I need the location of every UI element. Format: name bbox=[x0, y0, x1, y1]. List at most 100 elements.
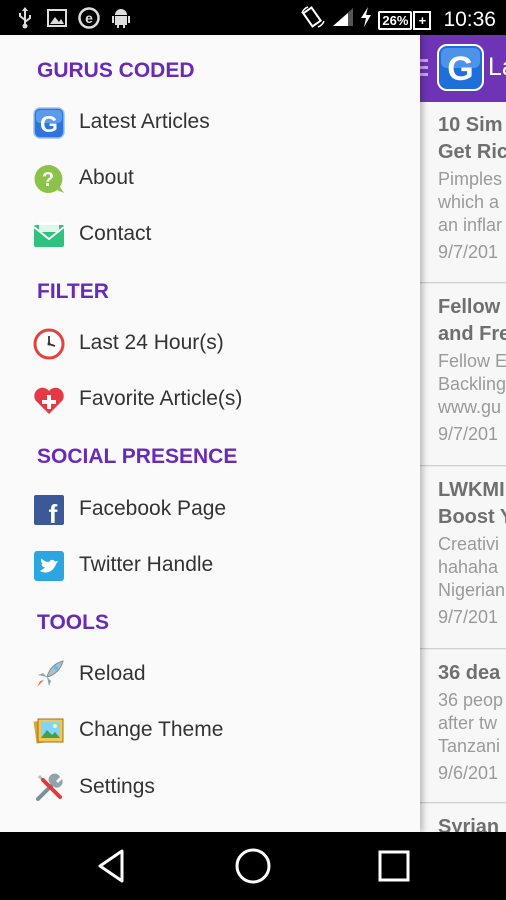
drawer-item-label: Facebook Page bbox=[79, 497, 227, 520]
drawer-item-label: Change Theme bbox=[79, 718, 224, 741]
drawer-item-label: Reload bbox=[79, 662, 146, 685]
status-bar: e 26% + 10:36 bbox=[0, 0, 506, 35]
article-date: 9/7/201 bbox=[438, 242, 499, 262]
twitter-icon bbox=[33, 550, 65, 582]
drawer-item-change-theme[interactable]: Change Theme bbox=[0, 704, 420, 760]
article-title-line: Fellow bbox=[438, 296, 501, 318]
article-title-line: 10 Sim bbox=[438, 114, 503, 136]
drawer-item-last-24-hour-s[interactable]: Last 24 Hour(s) bbox=[0, 317, 420, 373]
drawer-item-label: Favorite Article(s) bbox=[79, 387, 243, 410]
android-icon bbox=[110, 7, 132, 29]
article-card[interactable]: 36 dea 36 peop after tw Tanzani 9/6/201 bbox=[420, 650, 506, 803]
svg-text:G: G bbox=[447, 50, 473, 88]
rocket-icon bbox=[33, 659, 65, 691]
drawer-item-facebook-page[interactable]: f Facebook Page bbox=[0, 483, 420, 539]
charging-bolt-icon bbox=[360, 7, 372, 33]
article-title-line: LWKMI bbox=[438, 479, 505, 501]
article-summary: Pimples which a an inflar bbox=[438, 168, 502, 237]
drawer-item-label: Latest Articles bbox=[79, 110, 210, 133]
app-logo-icon: G bbox=[437, 44, 484, 91]
article-summary-line: Creativi bbox=[438, 534, 500, 554]
article-summary-line: 36 peop bbox=[438, 690, 504, 710]
home-icon bbox=[235, 848, 271, 884]
drawer-item-settings[interactable]: Settings bbox=[0, 761, 420, 817]
section-header: SOCIAL PRESENCE bbox=[37, 445, 238, 468]
article-summary: Creativi hahaha Nigerian bbox=[438, 533, 505, 602]
drawer-item-label: Twitter Handle bbox=[79, 553, 214, 576]
svg-text:?: ? bbox=[42, 169, 54, 191]
article-card[interactable]: Syrian bbox=[420, 804, 506, 832]
article-summary-line: Tanzani bbox=[438, 736, 501, 756]
article-card[interactable]: LWKMI Boost Y Creativi hahaha Nigerian 9/7/20… bbox=[420, 467, 506, 649]
picture-icon bbox=[33, 715, 65, 747]
section-header: GURUS CODED bbox=[37, 59, 195, 82]
screen-rotation-icon bbox=[300, 5, 326, 35]
recents-button[interactable] bbox=[374, 846, 414, 886]
article-summary: Fellow E Backling www.gu bbox=[438, 350, 506, 419]
svg-text:f: f bbox=[49, 499, 58, 526]
article-summary: 36 peop after tw Tanzani bbox=[438, 689, 503, 758]
image-icon bbox=[46, 7, 68, 29]
article-date: 9/7/201 bbox=[438, 424, 499, 444]
svg-text:e: e bbox=[85, 10, 93, 26]
section-header: TOOLS bbox=[37, 611, 109, 634]
drawer-item-twitter-handle[interactable]: Twitter Handle bbox=[0, 539, 420, 595]
article-title: Syrian bbox=[438, 814, 499, 832]
drawer-item-label: Contact bbox=[79, 222, 152, 245]
recents-icon bbox=[378, 850, 410, 882]
action-bar-title: La bbox=[488, 53, 506, 81]
article-title: LWKMI Boost Y bbox=[438, 477, 506, 531]
article-summary-line: which a bbox=[438, 192, 500, 212]
article-summary-line: an inflar bbox=[438, 215, 503, 235]
system-icons: 26% + 10:36 bbox=[300, 5, 496, 35]
notification-icons: e bbox=[14, 7, 132, 29]
article-feed: 10 Sim Get Ric Pimples which a an inflar 9/7/… bbox=[420, 102, 506, 832]
drawer-item-contact[interactable]: Contact bbox=[0, 208, 420, 264]
battery-indicator: 26% + bbox=[378, 10, 432, 30]
article-title-line: 36 dea bbox=[438, 662, 501, 684]
article-title: 10 Sim Get Ric bbox=[438, 112, 506, 166]
drawer-item-reload[interactable]: Reload bbox=[0, 648, 420, 704]
mail-icon bbox=[33, 219, 65, 251]
article-title-line: Syrian bbox=[438, 816, 500, 832]
clock: 10:36 bbox=[443, 8, 496, 31]
battery-percent: 26% bbox=[378, 10, 413, 30]
article-title: 36 dea bbox=[438, 660, 500, 687]
drawer-item-label: Settings bbox=[79, 775, 155, 798]
tools-icon bbox=[33, 772, 65, 804]
article-summary-line: www.gu bbox=[438, 397, 502, 417]
back-icon bbox=[98, 849, 124, 883]
drawer-item-about[interactable]: ? About bbox=[0, 152, 420, 208]
article-date: 9/7/201 bbox=[438, 607, 499, 627]
navigation-bar bbox=[0, 832, 506, 900]
article-card[interactable]: Fellow and Fre Fellow E Backling www.gu 9/7/2… bbox=[420, 284, 506, 466]
home-button[interactable] bbox=[233, 846, 273, 886]
heart-plus-icon bbox=[33, 384, 65, 416]
article-card[interactable]: 10 Sim Get Ric Pimples which a an inflar 9/7/… bbox=[420, 102, 506, 283]
clock-icon bbox=[33, 328, 65, 360]
drawer-item-favorite-article-s[interactable]: Favorite Article(s) bbox=[0, 373, 420, 429]
drawer-item-latest-articles[interactable]: G Latest Articles bbox=[0, 96, 420, 152]
battery-plus: + bbox=[413, 10, 432, 30]
article-summary-line: Fellow E bbox=[438, 351, 506, 371]
article-summary-line: Pimples bbox=[438, 169, 503, 189]
google-g-icon: G bbox=[33, 107, 65, 139]
article-title-line: and Fre bbox=[438, 323, 506, 345]
article-summary-line: Backling bbox=[438, 374, 506, 394]
article-title-line: Boost Y bbox=[438, 506, 506, 528]
article-summary-line: hahaha bbox=[438, 557, 499, 577]
drawer-item-label: Last 24 Hour(s) bbox=[79, 331, 224, 354]
article-title: Fellow and Fre bbox=[438, 294, 506, 348]
usb-icon bbox=[14, 7, 36, 29]
question-icon: ? bbox=[33, 163, 65, 195]
article-summary-line: after tw bbox=[438, 713, 498, 733]
back-button[interactable] bbox=[92, 846, 132, 886]
section-header: FILTER bbox=[37, 280, 109, 303]
action-bar: G La bbox=[418, 35, 506, 102]
svg-text:G: G bbox=[40, 111, 58, 137]
navigation-drawer: GURUS CODED G Latest Articles? About Contact… bbox=[0, 35, 420, 832]
article-summary-line: Nigerian bbox=[438, 580, 506, 600]
facebook-icon: f bbox=[33, 494, 65, 529]
drawer-item-label: About bbox=[79, 166, 134, 189]
article-date: 9/6/201 bbox=[438, 763, 499, 783]
